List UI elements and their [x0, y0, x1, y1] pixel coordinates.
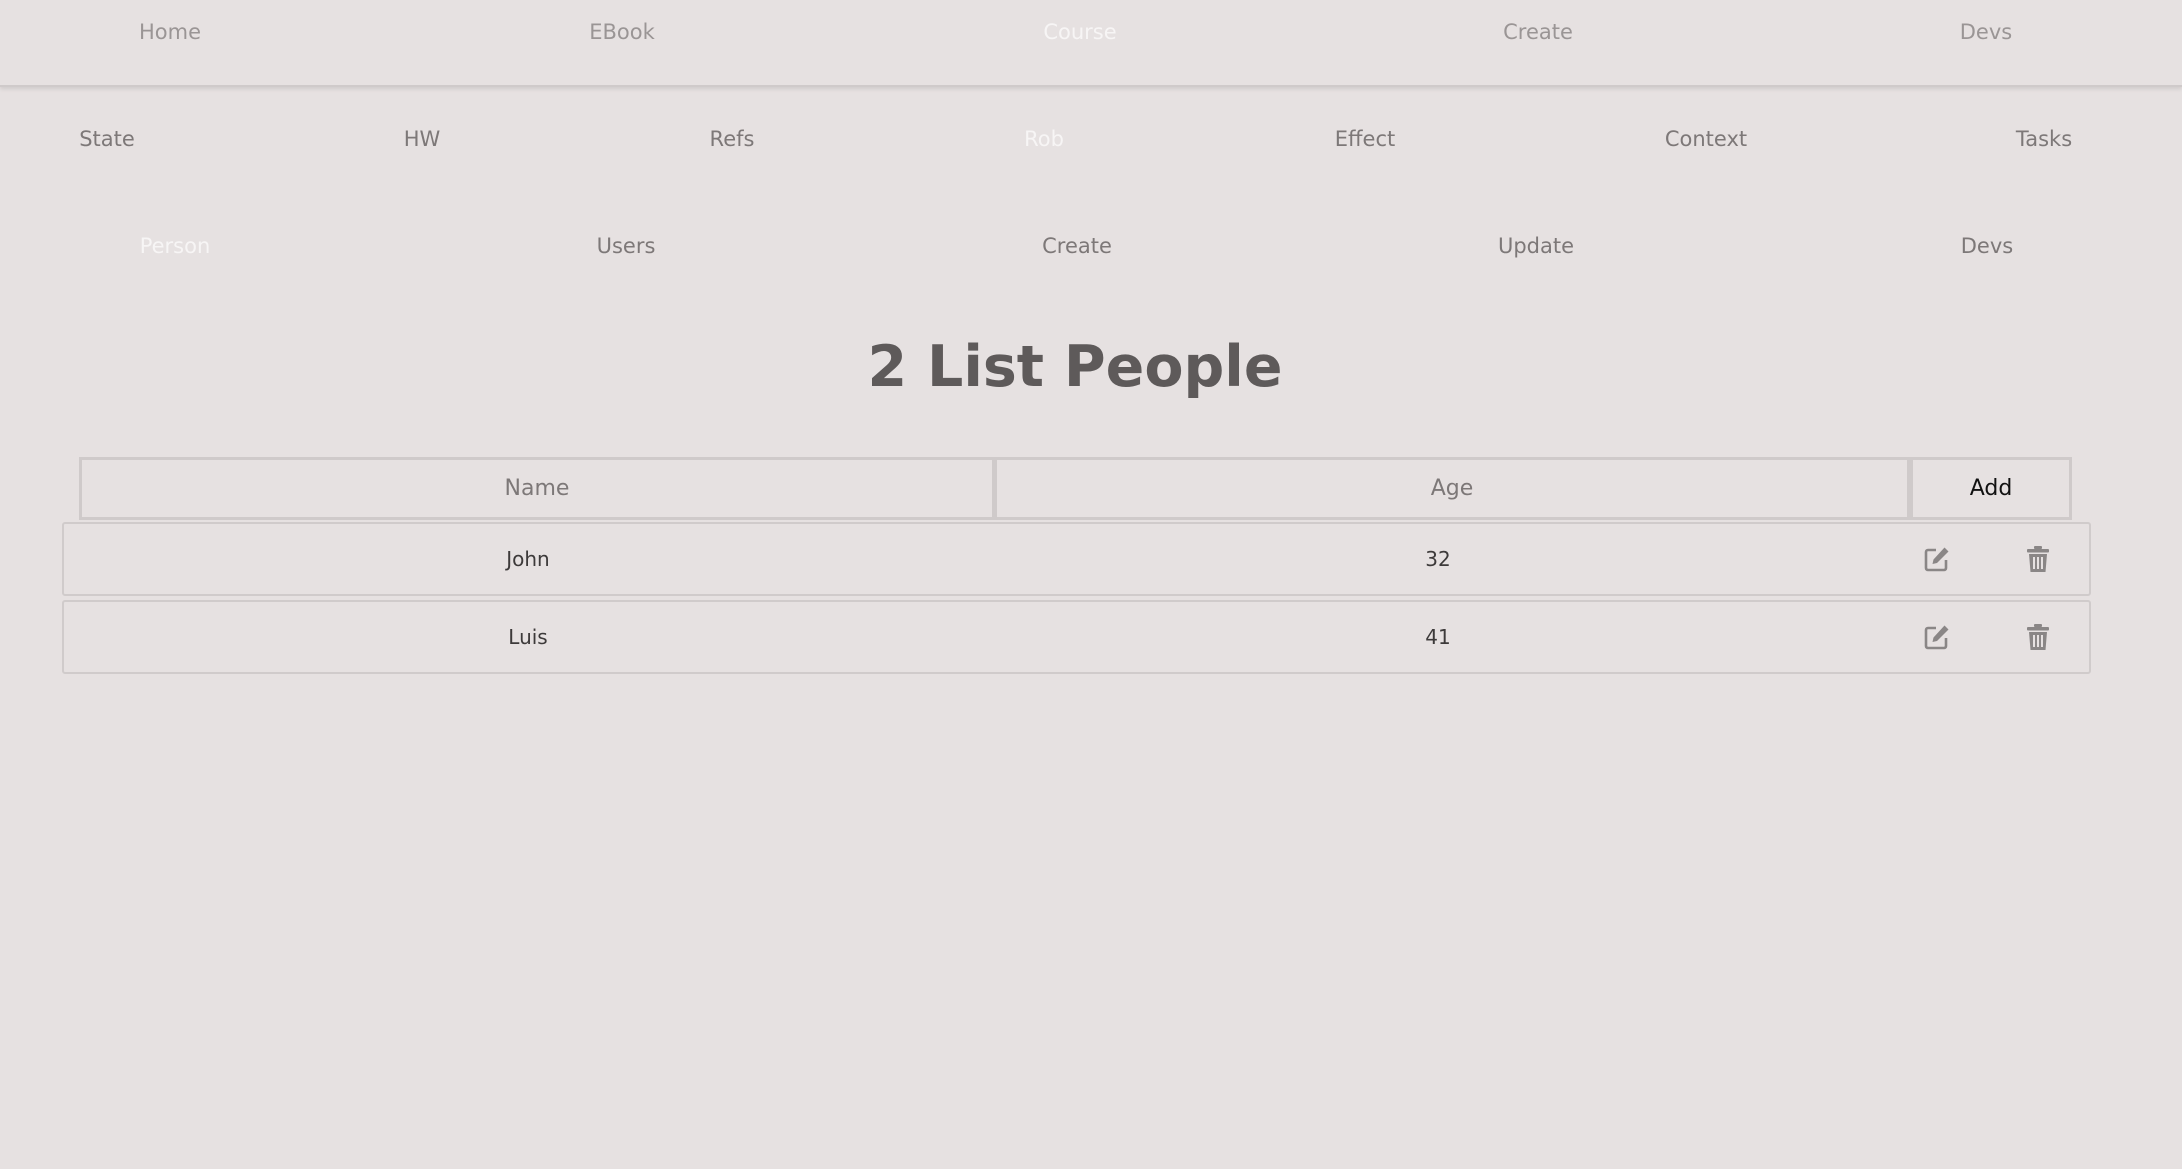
person-name: Luis: [508, 625, 548, 649]
person-age: 32: [1425, 547, 1451, 571]
name-input[interactable]: [79, 457, 995, 520]
subnav-link-state[interactable]: State: [79, 127, 135, 151]
person-row: John 32: [62, 522, 2091, 596]
trash-icon[interactable]: [2023, 544, 2053, 574]
subnav-link-context[interactable]: Context: [1665, 127, 1747, 151]
nav-link-devs[interactable]: Devs: [1960, 20, 2012, 44]
subnav-link-refs[interactable]: Refs: [710, 127, 755, 151]
subnav-link-create[interactable]: Create: [1042, 234, 1112, 258]
nav-link-ebook[interactable]: EBook: [589, 20, 655, 44]
edit-icon[interactable]: [1922, 622, 1952, 652]
person-row: Luis 41: [62, 600, 2091, 674]
subnav-link-person[interactable]: Person: [140, 234, 211, 258]
nav-link-home[interactable]: Home: [139, 20, 201, 44]
people-list: John 32 Luis 41: [62, 522, 2091, 678]
add-person-form: Add: [79, 457, 2072, 520]
nav-link-create[interactable]: Create: [1503, 20, 1573, 44]
add-button[interactable]: Add: [1910, 457, 2072, 520]
person-age: 41: [1425, 625, 1451, 649]
subnav-link-update[interactable]: Update: [1498, 234, 1574, 258]
subnav-link-users[interactable]: Users: [597, 234, 656, 258]
edit-icon[interactable]: [1922, 544, 1952, 574]
nav-link-course[interactable]: Course: [1043, 20, 1116, 44]
top-navbar: Home EBook Course Create Devs: [0, 0, 2182, 87]
trash-icon[interactable]: [2023, 622, 2053, 652]
age-input[interactable]: [994, 457, 1910, 520]
page-title: 2 List People: [867, 334, 1283, 400]
subnav-link-devs[interactable]: Devs: [1961, 234, 2013, 258]
subnav-link-effect[interactable]: Effect: [1335, 127, 1395, 151]
subnav-link-hw[interactable]: HW: [404, 127, 441, 151]
person-name: John: [506, 547, 550, 571]
subnav-link-rob[interactable]: Rob: [1024, 127, 1064, 151]
subnav-link-tasks[interactable]: Tasks: [2016, 127, 2072, 151]
